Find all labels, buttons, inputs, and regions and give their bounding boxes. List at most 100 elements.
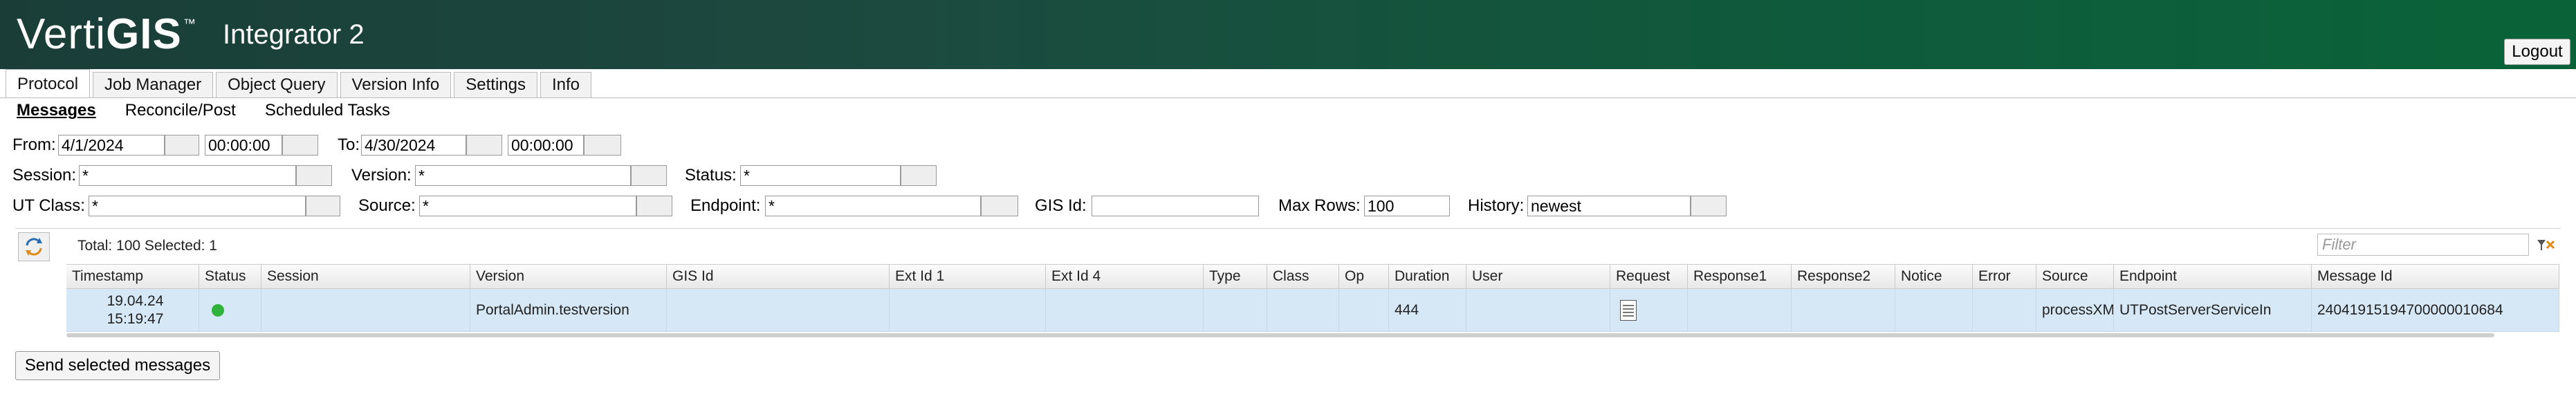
grid-header-row: Timestamp Status Session Version GIS Id … [66,264,2559,289]
cell-op [1339,289,1389,332]
logout-button[interactable]: Logout [2504,39,2570,65]
status-input[interactable]: * [740,165,901,186]
col-header-ext-id-1[interactable]: Ext Id 1 [890,265,1046,288]
cell-request [1610,289,1688,332]
subtab-scheduled-tasks[interactable]: Scheduled Tasks [265,101,390,122]
cell-duration: 444 [1389,289,1466,332]
history-dropdown-button[interactable] [1691,196,1727,216]
app-header: VertiGIS ™ Integrator 2 Logout [0,0,2576,69]
to-time-input[interactable]: 00:00:00 [508,135,584,156]
col-header-class[interactable]: Class [1267,265,1339,288]
col-header-type[interactable]: Type [1204,265,1267,288]
to-time-picker-button[interactable] [584,135,621,156]
send-selected-messages-button[interactable]: Send selected messages [15,351,220,380]
col-header-error[interactable]: Error [1973,265,2036,288]
tabs-divider [0,97,2576,98]
grid-filter-input[interactable]: Filter [2317,234,2529,256]
status-label: Status: [685,166,737,185]
source-dropdown-button[interactable] [636,196,672,216]
history-select[interactable]: newest [1527,196,1691,216]
ut-class-label: UT Class: [12,196,85,215]
ut-class-dropdown-button[interactable] [306,196,340,216]
cell-endpoint: UTPostServerServiceIn [2114,289,2312,332]
version-label: Version: [351,166,412,185]
cell-response2 [1792,289,1895,332]
refresh-button[interactable] [18,232,50,261]
table-row[interactable]: 19.04.24 15:19:47 PortalAdmin.testversio… [66,289,2559,332]
col-header-version[interactable]: Version [470,265,667,288]
subtab-messages[interactable]: Messages [17,101,96,122]
cell-message-id: 24041915194700000010684 [2312,289,2559,332]
refresh-icon [26,238,42,256]
version-input[interactable]: * [415,165,631,186]
cell-gis-id [667,289,890,332]
version-dropdown-button[interactable] [631,165,667,186]
cell-session [261,289,470,332]
endpoint-input[interactable]: * [765,196,981,216]
col-header-request[interactable]: Request [1610,265,1688,288]
endpoint-dropdown-button[interactable] [981,196,1018,216]
cell-ext-id-1 [890,289,1046,332]
cell-timestamp: 19.04.24 15:19:47 [66,289,199,332]
to-label: To: [338,135,360,154]
gis-id-input[interactable] [1092,196,1259,216]
timestamp-time: 15:19:47 [107,311,164,327]
to-date-input[interactable]: 4/30/2024 [361,135,466,156]
col-header-duration[interactable]: Duration [1389,265,1466,288]
sub-tabs: Messages Reconcile/Post Scheduled Tasks [17,101,390,122]
gis-id-label: GIS Id: [1035,196,1087,215]
from-time-picker-button[interactable] [282,135,318,156]
main-tabs: Protocol Job Manager Object Query Versio… [6,69,594,98]
cell-ext-id-4 [1046,289,1204,332]
filter-clear-icon [2537,240,2555,250]
grid-horizontal-scrollbar[interactable] [66,333,2494,337]
max-rows-label: Max Rows: [1278,196,1361,215]
col-header-response1[interactable]: Response1 [1688,265,1792,288]
source-label: Source: [358,196,416,215]
from-time-input[interactable]: 00:00:00 [205,135,282,156]
col-header-source[interactable]: Source [2036,265,2114,288]
tab-object-query[interactable]: Object Query [216,72,338,98]
endpoint-label: Endpoint: [690,196,761,215]
cell-error [1973,289,2036,332]
tab-protocol[interactable]: Protocol [6,69,91,98]
cell-source: processXM [2036,289,2114,332]
tab-settings[interactable]: Settings [454,72,537,98]
history-label: History: [1468,196,1525,215]
vertigis-logo: VertiGIS ™ [17,10,196,58]
col-header-session[interactable]: Session [261,265,470,288]
cell-user [1466,289,1610,332]
ut-class-input[interactable]: * [89,196,306,216]
status-dropdown-button[interactable] [901,165,937,186]
tab-info[interactable]: Info [540,72,592,98]
col-header-user[interactable]: User [1466,265,1610,288]
from-date-input[interactable]: 4/1/2024 [58,135,165,156]
col-header-op[interactable]: Op [1339,265,1389,288]
cell-status [199,289,261,332]
filter-clear-button[interactable] [2534,235,2557,256]
tab-job-manager[interactable]: Job Manager [93,72,214,98]
subtab-reconcile-post[interactable]: Reconcile/Post [125,101,236,122]
session-dropdown-button[interactable] [296,165,332,186]
cell-class [1267,289,1339,332]
max-rows-input[interactable]: 100 [1364,196,1450,216]
from-date-picker-button[interactable] [165,135,199,156]
app-title: Integrator 2 [223,19,365,50]
col-header-message-id[interactable]: Message Id [2312,265,2559,288]
col-header-ext-id-4[interactable]: Ext Id 4 [1046,265,1204,288]
session-input[interactable]: * [79,165,296,186]
cell-response1 [1688,289,1792,332]
timestamp-date: 19.04.24 [107,293,164,309]
col-header-timestamp[interactable]: Timestamp [66,265,199,288]
col-header-status[interactable]: Status [199,265,261,288]
cell-version: PortalAdmin.testversion [470,289,667,332]
col-header-notice[interactable]: Notice [1895,265,1973,288]
tab-version-info[interactable]: Version Info [340,72,452,98]
source-input[interactable]: * [419,196,636,216]
document-icon[interactable] [1620,300,1637,321]
col-header-gis-id[interactable]: GIS Id [667,265,890,288]
session-label: Session: [12,166,77,185]
col-header-endpoint[interactable]: Endpoint [2114,265,2312,288]
col-header-response2[interactable]: Response2 [1792,265,1895,288]
to-date-picker-button[interactable] [466,135,502,156]
